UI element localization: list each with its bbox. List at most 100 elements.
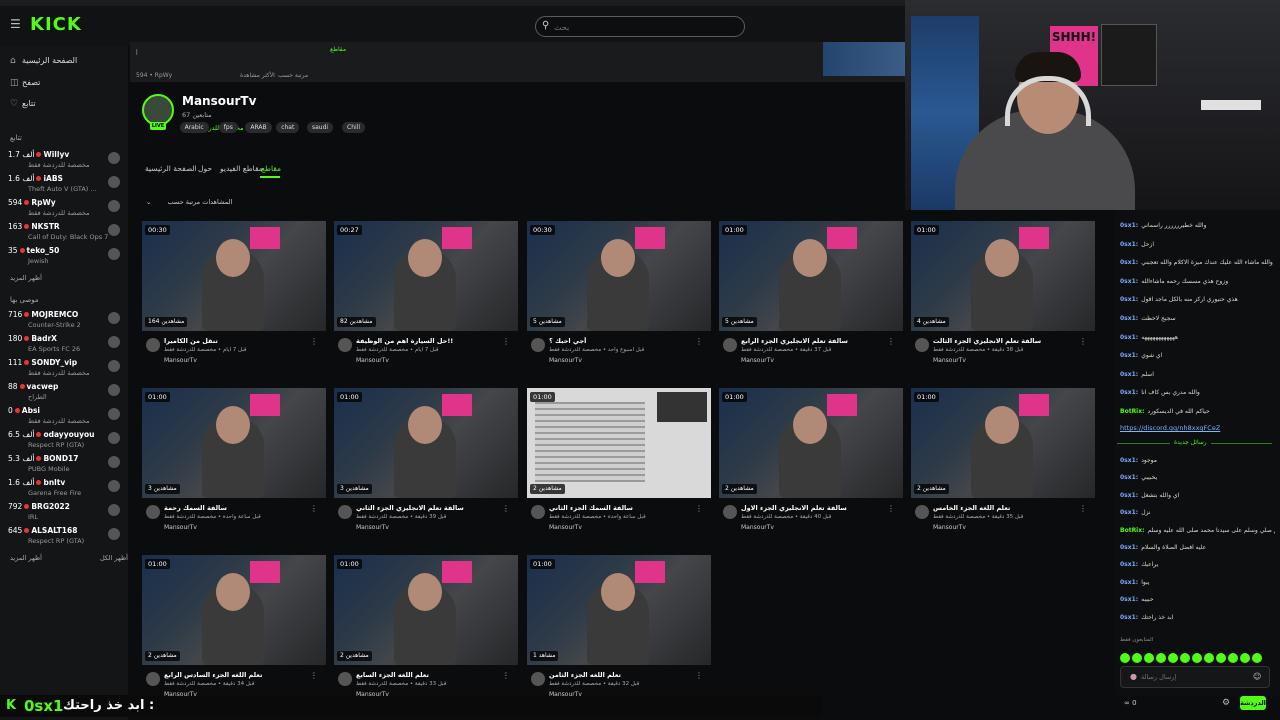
more-options-icon[interactable]: ⋮ xyxy=(502,671,510,680)
video-card[interactable]: 01:00 3 مشاهدين سالفة السمك رحمة قبل ساعة و… xyxy=(142,388,326,548)
chat-username[interactable]: 0sx1: xyxy=(1120,544,1138,551)
chat-username[interactable]: 0sx1: xyxy=(1120,474,1138,481)
emote-row[interactable] xyxy=(1120,648,1275,663)
sidebar-channel[interactable]: 88 vacwep الطراح xyxy=(6,382,124,404)
video-title[interactable]: تعلم اللغه الجزء الخامس xyxy=(933,504,1083,512)
sidebar-item-browse[interactable]: ◫ تصفح xyxy=(10,78,40,88)
video-author[interactable]: MansourTv xyxy=(164,691,197,698)
more-options-icon[interactable]: ⋮ xyxy=(502,337,510,346)
search-input[interactable] xyxy=(554,20,734,34)
video-author[interactable]: MansourTv xyxy=(741,357,774,364)
sidebar-channel[interactable]: 1.6 ألف iABS Theft Auto V (GTA) ... xyxy=(6,174,124,196)
video-author[interactable]: MansourTv xyxy=(741,524,774,531)
video-thumbnail[interactable]: 01:00 4 مشاهدين xyxy=(911,221,1095,331)
tab-videos[interactable]: مقاطع الفيديو xyxy=(220,164,263,173)
emote-icon[interactable] xyxy=(1132,653,1142,663)
video-thumbnail[interactable]: 01:00 3 مشاهدين xyxy=(142,388,326,498)
video-author[interactable]: MansourTv xyxy=(549,524,582,531)
video-title[interactable]: سالفة السمك رحمة xyxy=(164,504,314,512)
channel-tag[interactable]: ARAB xyxy=(245,122,272,133)
channel-tag[interactable]: chat xyxy=(276,122,300,133)
more-options-icon[interactable]: ⋮ xyxy=(887,337,895,346)
following-show-more[interactable]: أظهر المزيد xyxy=(10,274,42,282)
video-title[interactable]: سالفة تعلم الانجليزي الجزء الثالث xyxy=(933,337,1083,345)
video-author[interactable]: MansourTv xyxy=(549,357,582,364)
sidebar-channel[interactable]: 594 RpWy مخصصة للدردشة فقط xyxy=(6,198,124,220)
video-author[interactable]: MansourTv xyxy=(164,524,197,531)
search-box[interactable]: ⚲ xyxy=(535,16,745,37)
author-avatar[interactable] xyxy=(723,505,737,519)
video-card[interactable]: 01:00 2 مشاهدين سالفة تعلم الانجليزي الجزء… xyxy=(719,388,903,548)
channel-tag[interactable]: Arabic xyxy=(179,122,209,133)
video-title[interactable]: سالفة تعلم الانجليزي الجزء الثاني xyxy=(356,504,506,512)
more-options-icon[interactable]: ⋮ xyxy=(1079,337,1087,346)
gear-icon[interactable]: ⚙ xyxy=(1222,698,1230,708)
emoji-icon[interactable]: ☺ xyxy=(1253,672,1261,681)
video-card[interactable]: 00:27 82 مشاهدين حل السيارة اهم من الوظيفة… xyxy=(334,221,518,381)
chat-username[interactable]: BotRix: xyxy=(1120,527,1145,534)
video-card[interactable]: 01:00 2 مشاهدين تعلم اللغه الجزء السادس ال… xyxy=(142,555,326,715)
sidebar-channel[interactable]: 1.7 ألف Willyv مخصصة للدردشة فقط xyxy=(6,150,124,172)
author-avatar[interactable] xyxy=(723,338,737,352)
chat-username[interactable]: 0sx1: xyxy=(1120,259,1138,266)
chat-username[interactable]: 0sx1: xyxy=(1120,241,1138,248)
emote-icon[interactable] xyxy=(1144,653,1154,663)
emote-icon[interactable] xyxy=(1228,653,1238,663)
more-options-icon[interactable]: ⋮ xyxy=(695,337,703,346)
sidebar-channel[interactable]: 792 BRG2022 IRL xyxy=(6,502,124,524)
video-card[interactable]: 00:30 164 مشاهدين تنقل من الكاميرا قبل 7 أي… xyxy=(142,221,326,381)
sidebar-channel[interactable]: 163 NKSTR Call of Duty: Black Ops 7 xyxy=(6,222,124,244)
video-title[interactable]: سالفة تعلم الانجليزي الجزء الرابع xyxy=(741,337,891,345)
video-card[interactable]: 01:00 4 مشاهدين سالفة تعلم الانجليزي الجزء… xyxy=(911,221,1095,381)
video-card[interactable]: 01:00 2 مشاهدين تعلم اللغه الجزء السابع قبل… xyxy=(334,555,518,715)
chat-username[interactable]: 0sx1: xyxy=(1120,579,1138,586)
emote-icon[interactable] xyxy=(1180,653,1190,663)
video-thumbnail[interactable]: 01:00 5 مشاهدين xyxy=(719,221,903,331)
author-avatar[interactable] xyxy=(531,338,545,352)
video-title[interactable]: سالفة السمك الجزء الثاني xyxy=(549,504,699,512)
video-title[interactable]: حل السيارة اهم من الوظيفة!! xyxy=(356,337,506,345)
video-author[interactable]: MansourTv xyxy=(549,691,582,698)
chat-send-button[interactable]: الدردشة xyxy=(1240,696,1266,710)
chat-username[interactable]: 0sx1: xyxy=(1120,596,1138,603)
video-title[interactable]: تعلم اللغه الجزء السابع xyxy=(356,671,506,679)
author-avatar[interactable] xyxy=(338,505,352,519)
sidebar-channel[interactable]: 6.5 ألف odayyouyou Respect RP (GTA) xyxy=(6,430,124,452)
video-thumbnail[interactable]: 01:00 2 مشاهدين xyxy=(334,555,518,665)
author-avatar[interactable] xyxy=(338,338,352,352)
emote-icon[interactable] xyxy=(1192,653,1202,663)
emote-icon[interactable] xyxy=(1252,653,1262,663)
channel-tag[interactable]: fps xyxy=(218,122,238,133)
video-card[interactable]: 00:30 5 مشاهدين أجي احبك ؟ قبل أسبوع واحد •… xyxy=(527,221,711,381)
sidebar-item-following[interactable]: ♡ تتابع xyxy=(10,99,36,109)
sidebar-channel[interactable]: 1.6 ألف bnltv Garena Free Fire xyxy=(6,478,124,500)
emote-icon[interactable] xyxy=(1204,653,1214,663)
video-thumbnail[interactable]: 00:30 5 مشاهدين xyxy=(527,221,711,331)
video-author[interactable]: MansourTv xyxy=(356,691,389,698)
chat-username[interactable]: 0sx1: xyxy=(1120,371,1138,378)
video-card[interactable]: 01:00 3 مشاهدين سالفة تعلم الانجليزي الجزء… xyxy=(334,388,518,548)
video-title[interactable]: تعلم اللغه الجزء السادس الرابع xyxy=(164,671,314,679)
sidebar-channel[interactable]: 716 MOJREMCO Counter-Strike 2 xyxy=(6,310,124,332)
more-options-icon[interactable]: ⋮ xyxy=(310,337,318,346)
chat-username[interactable]: 0sx1: xyxy=(1120,614,1138,621)
recommended-show-more[interactable]: أظهر المزيد xyxy=(10,554,42,562)
author-avatar[interactable] xyxy=(531,672,545,686)
tab-home[interactable]: الصفحة الرئيسية xyxy=(145,164,197,173)
sidebar-channel[interactable]: 0 Absi مخصصة للدردشة فقط xyxy=(6,406,124,428)
video-author[interactable]: MansourTv xyxy=(356,524,389,531)
more-options-icon[interactable]: ⋮ xyxy=(695,504,703,513)
video-thumbnail[interactable]: 01:00 3 مشاهدين xyxy=(334,388,518,498)
tab-about[interactable]: حول xyxy=(198,164,212,173)
kick-logo[interactable]: KICK xyxy=(30,14,82,35)
more-options-icon[interactable]: ⋮ xyxy=(502,504,510,513)
sidebar-channel[interactable]: 180 BadrX EA Sports FC 26 xyxy=(6,334,124,356)
chat-username[interactable]: 0sx1: xyxy=(1120,315,1138,322)
microphone-icon[interactable]: ● xyxy=(1130,672,1137,681)
chat-input-box[interactable] xyxy=(1120,666,1270,688)
video-title[interactable]: تنقل من الكاميرا xyxy=(164,337,314,345)
video-thumbnail[interactable]: 01:00 2 مشاهدين xyxy=(142,555,326,665)
author-avatar[interactable] xyxy=(146,672,160,686)
channel-tag[interactable]: Chill xyxy=(342,122,365,133)
video-title[interactable]: سالفة تعلم الانجليزي الجزء الاول xyxy=(741,504,891,512)
